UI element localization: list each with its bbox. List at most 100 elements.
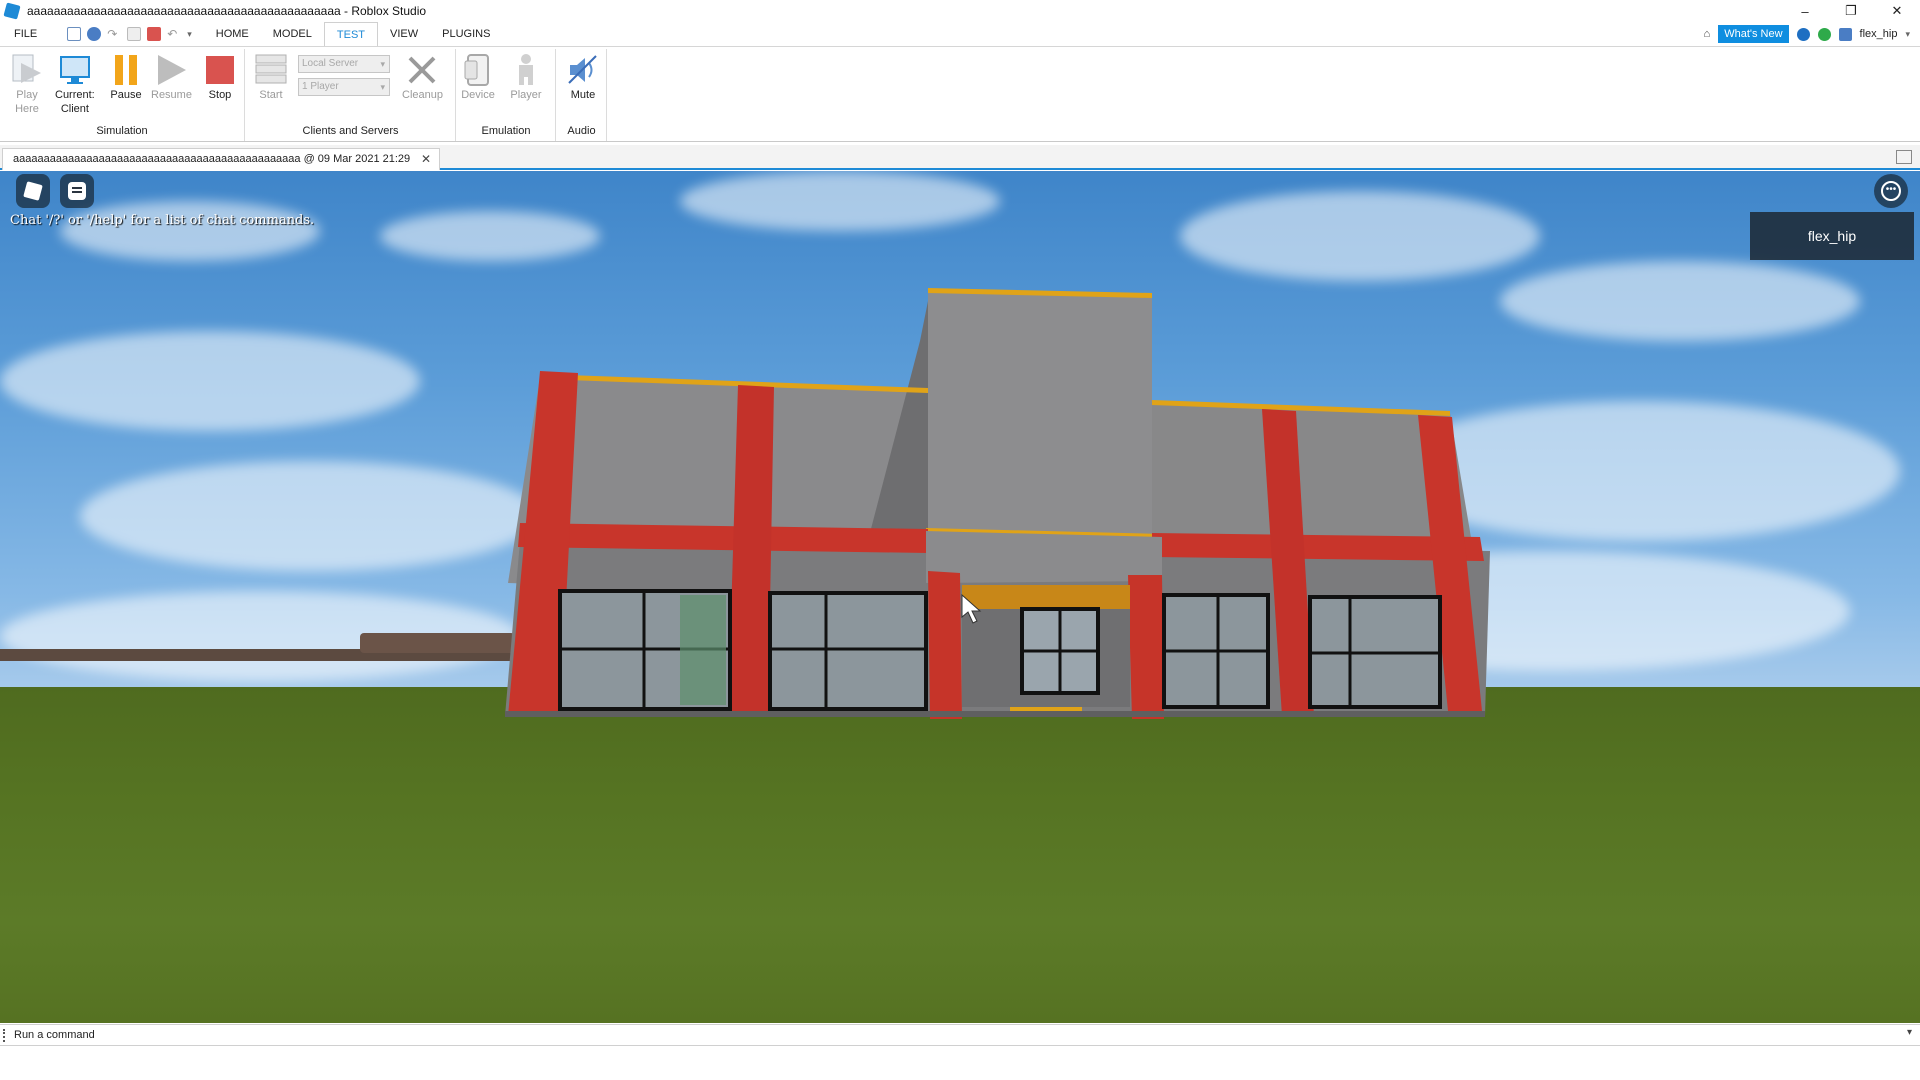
brick-pillar: [928, 571, 962, 719]
whats-new-button[interactable]: What's New: [1718, 25, 1789, 43]
file-menu[interactable]: FILE: [0, 22, 51, 46]
device-button[interactable]: Device: [461, 53, 495, 102]
customize-toolbar-icon[interactable]: ▾: [187, 29, 192, 40]
player-list-entry[interactable]: flex_hip: [1808, 228, 1856, 244]
pause-icon: [109, 53, 143, 87]
stop-quick-icon[interactable]: [147, 27, 162, 41]
drag-grip-icon[interactable]: [3, 1029, 5, 1042]
player-count-select[interactable]: 1 Player: [298, 78, 390, 96]
emulation-group: Device Player Emulation: [457, 49, 556, 141]
mute-button[interactable]: Mute: [566, 53, 600, 102]
resume-button[interactable]: Resume: [151, 53, 192, 102]
tab-model[interactable]: MODEL: [261, 22, 324, 46]
cleanup-x-icon: [405, 53, 439, 87]
sidewalk-edge: [505, 711, 1485, 717]
roblox-menu-button[interactable]: [16, 174, 50, 208]
chevron-down-icon[interactable]: ▾: [1905, 29, 1910, 40]
menu-right-area: ⌂ What's New flex_hip ▾: [1704, 22, 1910, 46]
play-here-icon: [10, 53, 44, 87]
share-icon[interactable]: [1838, 27, 1852, 41]
tab-home[interactable]: HOME: [204, 22, 261, 46]
chevron-down-icon[interactable]: ▾: [1907, 1027, 1912, 1038]
pause-button[interactable]: Pause: [109, 53, 143, 102]
help-icon[interactable]: [1796, 27, 1810, 41]
roblox-logo-icon: [23, 181, 43, 201]
current-client-label-2: Client: [60, 103, 89, 115]
roblox-studio-logo-icon: [3, 2, 21, 20]
audio-group-label: Audio: [567, 125, 596, 137]
play-quick-icon[interactable]: [127, 27, 142, 41]
stop-icon: [203, 53, 237, 87]
minimize-button[interactable]: –: [1782, 0, 1828, 22]
chat-toggle-button[interactable]: [60, 174, 94, 208]
player-figure-icon: [509, 53, 543, 87]
close-window-button[interactable]: ✕: [1874, 0, 1920, 22]
brick-building: [505, 288, 1490, 719]
document-tab-title: aaaaaaaaaaaaaaaaaaaaaaaaaaaaaaaaaaaaaaaa…: [13, 153, 411, 165]
document-tab-strip: aaaaaaaaaaaaaaaaaaaaaaaaaaaaaaaaaaaaaaaa…: [0, 145, 1920, 170]
chat-hint-text: Chat '/?' or '/help' for a list of chat …: [10, 213, 315, 228]
ribbon-panel: Play Here Current: Client Pause Resume S…: [0, 46, 1920, 142]
tab-view[interactable]: VIEW: [378, 22, 430, 46]
start-button[interactable]: Start: [254, 53, 288, 102]
server-icon: [254, 53, 288, 87]
brick-pillar: [1128, 575, 1164, 719]
new-file-icon[interactable]: [67, 27, 82, 41]
current-client-button[interactable]: Current: Client: [55, 53, 95, 116]
stop-label: Stop: [208, 89, 232, 101]
play-here-button[interactable]: Play Here: [10, 53, 44, 116]
undo-icon[interactable]: ↶: [167, 27, 181, 41]
monitor-icon: [58, 53, 92, 87]
device-icon: [461, 53, 495, 87]
cleanup-button[interactable]: Cleanup: [402, 53, 443, 102]
stop-button[interactable]: Stop: [203, 53, 237, 102]
server-select[interactable]: Local Server: [298, 55, 390, 73]
play-here-label-2: Here: [15, 103, 39, 115]
player-label: Player: [510, 89, 542, 101]
storefront-window: [768, 591, 928, 711]
entrance-canopy: [926, 531, 1162, 583]
team-create-icon[interactable]: [1817, 27, 1831, 41]
ellipsis-icon: •••: [1881, 181, 1901, 201]
clients-servers-group-label: Clients and Servers: [302, 125, 399, 137]
tab-plugins[interactable]: PLUGINS: [430, 22, 502, 46]
simulation-group-label: Simulation: [96, 125, 148, 137]
window-controls: – ❐ ✕: [1782, 0, 1920, 22]
player-button[interactable]: Player: [509, 53, 543, 102]
start-label: Start: [259, 89, 283, 101]
place-document-tab[interactable]: aaaaaaaaaaaaaaaaaaaaaaaaaaaaaaaaaaaaaaaa…: [2, 148, 440, 170]
simulation-group: Play Here Current: Client Pause Resume S…: [0, 49, 245, 141]
redo-icon[interactable]: ↷: [107, 27, 121, 41]
speaker-mute-icon: [566, 53, 600, 87]
chat-icon: [68, 182, 86, 200]
resume-label: Resume: [151, 89, 192, 101]
ribbon-tab-bar: FILE ↷ ↶ ▾ HOME MODEL TEST VIEW PLUGINS …: [0, 21, 1920, 47]
cleanup-label: Cleanup: [402, 89, 443, 101]
more-options-button[interactable]: •••: [1874, 174, 1908, 208]
command-bar: Run a command ▾: [0, 1024, 1920, 1046]
close-tab-icon[interactable]: ✕: [421, 149, 431, 169]
clients-servers-group: Start Local Server 1 Player Cleanup Clie…: [246, 49, 456, 141]
title-bar: aaaaaaaaaaaaaaaaaaaaaaaaaaaaaaaaaaaaaaaa…: [0, 0, 1920, 22]
game-viewport[interactable]: Chat '/?' or '/help' for a list of chat …: [0, 171, 1920, 1023]
current-client-label-1: Current:: [55, 89, 95, 101]
player-list: flex_hip: [1750, 212, 1914, 260]
audio-group: Mute Audio: [557, 49, 607, 141]
emulation-group-label: Emulation: [481, 125, 531, 137]
publish-icon[interactable]: [87, 27, 102, 41]
device-label: Device: [461, 89, 495, 101]
quick-access-toolbar: ↷ ↶ ▾: [67, 27, 192, 41]
command-input[interactable]: Run a command: [14, 1025, 95, 1045]
entrance-lintel: [962, 585, 1130, 609]
mute-label: Mute: [570, 89, 596, 101]
pause-label: Pause: [110, 89, 142, 101]
status-bar: [0, 1046, 1920, 1080]
play-here-label-1: Play: [16, 89, 38, 101]
resume-icon: [154, 53, 188, 87]
window-title: aaaaaaaaaaaaaaaaaaaaaaaaaaaaaaaaaaaaaaaa…: [27, 4, 427, 18]
user-account-menu[interactable]: flex_hip: [1860, 28, 1898, 40]
restore-button[interactable]: ❐: [1828, 0, 1874, 22]
tab-test[interactable]: TEST: [323, 21, 379, 47]
undock-window-icon[interactable]: [1896, 150, 1912, 164]
collapse-ribbon-icon[interactable]: ⌂: [1704, 28, 1711, 40]
